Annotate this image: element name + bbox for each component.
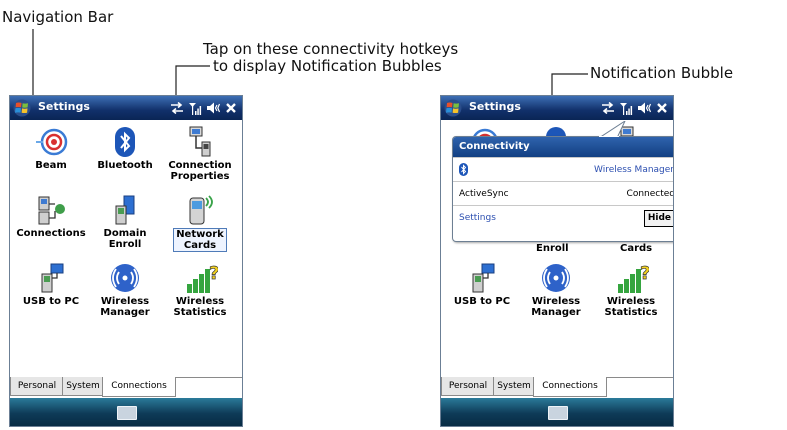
right-device-screen: Settings Enroll Cards USB to PC Wireless… <box>440 95 674 427</box>
wireless-statistics-icon: ? <box>618 263 649 293</box>
menu-bar <box>10 398 242 426</box>
wireless-manager-row: Wireless Manager <box>453 157 673 182</box>
app-wireless-manager[interactable]: Wireless Manager <box>87 262 163 318</box>
app-wireless-statistics[interactable]: ? WirelessStatistics <box>593 262 669 318</box>
connectivity-icon[interactable] <box>601 102 615 114</box>
page-title: Settings <box>469 100 521 113</box>
domain-enroll-icon <box>115 195 135 225</box>
menu-bar <box>441 398 673 426</box>
hide-button[interactable]: Hide <box>643 210 673 227</box>
app-label: Beam <box>35 160 67 171</box>
keyboard-icon[interactable] <box>548 406 568 420</box>
hotkeys-callout-line-1: Tap on these connectivity hotkeys <box>203 40 459 58</box>
activesync-label: ActiveSync <box>459 189 509 199</box>
svg-text:?: ? <box>209 263 218 284</box>
usb-to-pc-icon <box>472 263 495 293</box>
tab-personal[interactable]: Personal <box>441 377 495 396</box>
connectivity-icon[interactable] <box>170 102 184 114</box>
close-icon[interactable] <box>657 103 667 113</box>
app-label: Connections <box>16 228 86 239</box>
bluetooth-icon <box>115 127 135 157</box>
page-title: Settings <box>38 100 90 113</box>
app-usb-to-pc[interactable]: USB to PC <box>444 262 520 307</box>
app-usb-to-pc[interactable]: USB to PC <box>13 262 89 307</box>
app-label: Domain Enroll <box>103 228 147 250</box>
hotkeys-callout-line-2: to display Notification Bubbles <box>213 57 442 75</box>
app-wireless-statistics[interactable]: ? WirelessStatistics <box>162 262 238 318</box>
tab-bar: Personal System Connections <box>441 377 673 398</box>
app-label: Connection Properties <box>168 160 232 182</box>
app-label: Wireless Manager <box>531 296 581 318</box>
app-connections[interactable]: Connections <box>13 194 89 239</box>
tab-system[interactable]: System <box>62 377 104 396</box>
left-device-screen: Settings Beam Bluetooth Connection Proper… <box>9 95 243 427</box>
domain-enroll-partial-label: Enroll <box>536 243 569 254</box>
navigation-bar-callout: Navigation Bar <box>2 8 114 26</box>
volume-icon[interactable] <box>207 102 221 114</box>
tab-connections[interactable]: Connections <box>533 377 607 397</box>
wireless-manager-icon <box>111 264 139 292</box>
beam-icon <box>36 128 68 156</box>
app-bluetooth[interactable]: Bluetooth <box>87 126 163 171</box>
app-label: Wireless Statistics <box>604 296 658 318</box>
keyboard-icon[interactable] <box>117 406 137 420</box>
bluetooth-icon <box>459 163 468 176</box>
activesync-status: Connected <box>626 189 674 199</box>
app-beam[interactable]: Beam <box>13 126 89 171</box>
notification-bubble-callout: Notification Bubble <box>590 64 734 82</box>
wireless-manager-link[interactable]: Wireless Manager <box>594 158 673 182</box>
app-network-cards[interactable]: Network Cards <box>162 194 238 252</box>
settings-link[interactable]: Settings <box>459 206 496 230</box>
app-label: USB to PC <box>22 296 80 307</box>
bubble-title: Connectivity <box>453 137 673 157</box>
tab-connections[interactable]: Connections <box>102 377 176 397</box>
wireless-manager-icon <box>542 264 570 292</box>
settings-icons-grid: Beam Bluetooth Connection Properties Conn… <box>10 120 242 380</box>
network-cards-icon <box>189 195 213 225</box>
app-label: Network Cards <box>173 228 227 252</box>
connections-icon <box>38 196 65 225</box>
app-label: Wireless Manager <box>100 296 150 318</box>
app-domain-enroll[interactable]: Domain Enroll <box>87 194 163 250</box>
tab-system[interactable]: System <box>493 377 535 396</box>
svg-text:?: ? <box>640 263 649 284</box>
windows-start-icon[interactable] <box>444 99 462 117</box>
signal-icon[interactable] <box>189 102 202 115</box>
network-cards-partial-label: Cards <box>620 243 653 254</box>
app-label: USB to PC <box>453 296 511 307</box>
notification-bubble: Connectivity Wireless Manager ActiveSync… <box>452 121 674 242</box>
navigation-bar: Settings <box>441 96 673 120</box>
app-connection-properties[interactable]: Connection Properties <box>162 126 238 182</box>
connection-properties-icon <box>189 126 211 157</box>
bubble-actions-row: Settings Hide <box>453 205 673 230</box>
tab-personal[interactable]: Personal <box>10 377 64 396</box>
volume-icon[interactable] <box>638 102 652 114</box>
navigation-bar: Settings <box>10 96 242 120</box>
tab-bar: Personal System Connections <box>10 377 242 398</box>
close-icon[interactable] <box>226 103 236 113</box>
app-label: Bluetooth <box>97 160 153 171</box>
app-label: Wireless Statistics <box>173 296 227 318</box>
windows-start-icon[interactable] <box>13 99 31 117</box>
usb-to-pc-icon <box>41 263 64 293</box>
activesync-row: ActiveSync Connected <box>453 181 674 205</box>
wireless-statistics-icon: ? <box>187 263 218 293</box>
signal-icon[interactable] <box>620 102 633 115</box>
app-wireless-manager[interactable]: Wireless Manager <box>518 262 594 318</box>
